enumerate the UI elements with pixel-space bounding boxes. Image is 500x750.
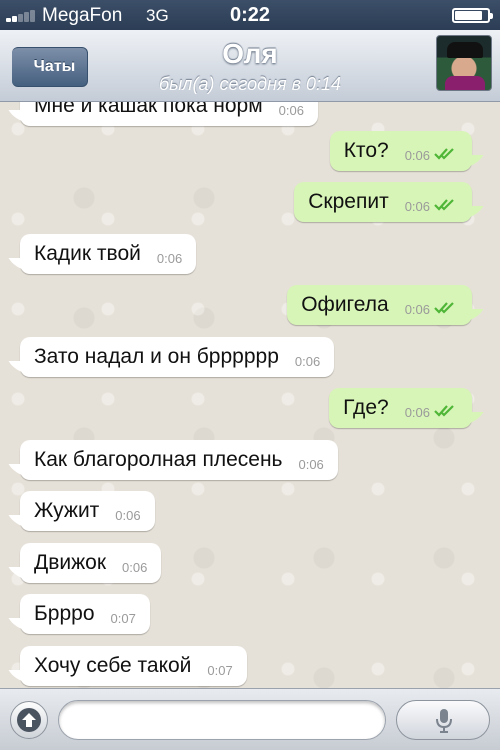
message-time: 0:07: [110, 610, 136, 626]
voice-message-button[interactable]: [396, 700, 490, 740]
double-check-icon: [434, 198, 458, 212]
message-text: Где?: [343, 396, 389, 419]
outgoing-message-bubble[interactable]: Офигела 0:06: [287, 285, 472, 325]
message-time: 0:06: [278, 102, 304, 118]
incoming-message-bubble[interactable]: Зато надал и он брррррр 0:06: [20, 337, 335, 377]
message-time: 0:06: [404, 198, 430, 214]
upload-arrow-glyph: [22, 713, 36, 727]
message-time: 0:06: [156, 250, 183, 266]
message-text: Хочу себе такой: [34, 654, 192, 677]
double-check-icon: [434, 301, 458, 315]
double-check-icon: [434, 404, 458, 418]
battery-level: [455, 11, 483, 20]
outgoing-message-bubble[interactable]: Скрепит 0:06: [294, 182, 472, 222]
attach-button[interactable]: [10, 701, 48, 739]
microphone-icon: [436, 709, 452, 733]
double-check-icon: [434, 147, 458, 161]
avatar-hat-shape: [447, 42, 483, 58]
message-text: Жужит: [34, 499, 100, 522]
incoming-message-bubble[interactable]: Как благоролная плесень 0:06: [20, 440, 338, 480]
incoming-message-bubble[interactable]: Хочу себе такой 0:07: [20, 646, 247, 686]
message-text: Мне и кашак пока норм: [34, 102, 263, 117]
contact-name[interactable]: Оля: [0, 38, 500, 70]
message-text-input[interactable]: [58, 700, 386, 740]
message-text: Офигела: [301, 293, 389, 316]
message-list[interactable]: Мне и кашак пока норм 0:06 Кто? 0:06 Скрепит…: [0, 102, 500, 688]
message-text: Скрепит: [308, 190, 389, 213]
outgoing-message-bubble[interactable]: Где? 0:06: [329, 388, 472, 428]
message-text: Бррро: [34, 602, 95, 625]
contact-avatar[interactable]: [436, 35, 492, 91]
message-text: Кадик твой: [34, 242, 141, 265]
message-time: 0:06: [404, 301, 430, 317]
avatar-coat-shape: [445, 76, 485, 90]
outgoing-message-bubble[interactable]: Кто? 0:06: [329, 131, 472, 171]
message-time: 0:06: [122, 559, 148, 575]
message-time: 0:06: [298, 456, 324, 472]
incoming-message-bubble[interactable]: Мне и кашак пока норм 0:06: [20, 102, 318, 126]
message-time: 0:07: [207, 662, 233, 678]
battery-icon: [452, 8, 493, 23]
message-text: Как благоролная плесень: [34, 448, 283, 471]
message-input-bar: [0, 688, 500, 750]
incoming-message-bubble[interactable]: Жужит 0:06: [20, 491, 155, 531]
incoming-message-bubble[interactable]: Кадик твой 0:06: [20, 234, 197, 274]
chat-header: Чаты Оля был(а) сегодня в 0:14: [0, 30, 500, 102]
message-time: 0:06: [404, 404, 430, 420]
incoming-message-bubble[interactable]: Движок 0:06: [20, 543, 162, 583]
status-clock: 0:22: [229, 4, 271, 26]
status-bar: MegaFon 3G 0:22: [0, 0, 500, 30]
message-time: 0:06: [404, 147, 430, 163]
last-seen-status: был(а) сегодня в 0:14: [158, 74, 342, 94]
message-text: Движок: [34, 551, 107, 574]
message-time: 0:06: [115, 507, 141, 523]
message-text: Кто?: [343, 139, 389, 162]
message-time: 0:06: [294, 353, 321, 369]
incoming-message-bubble[interactable]: Бррро 0:07: [20, 594, 150, 634]
message-text: Зато надал и он брррррр: [34, 345, 279, 368]
